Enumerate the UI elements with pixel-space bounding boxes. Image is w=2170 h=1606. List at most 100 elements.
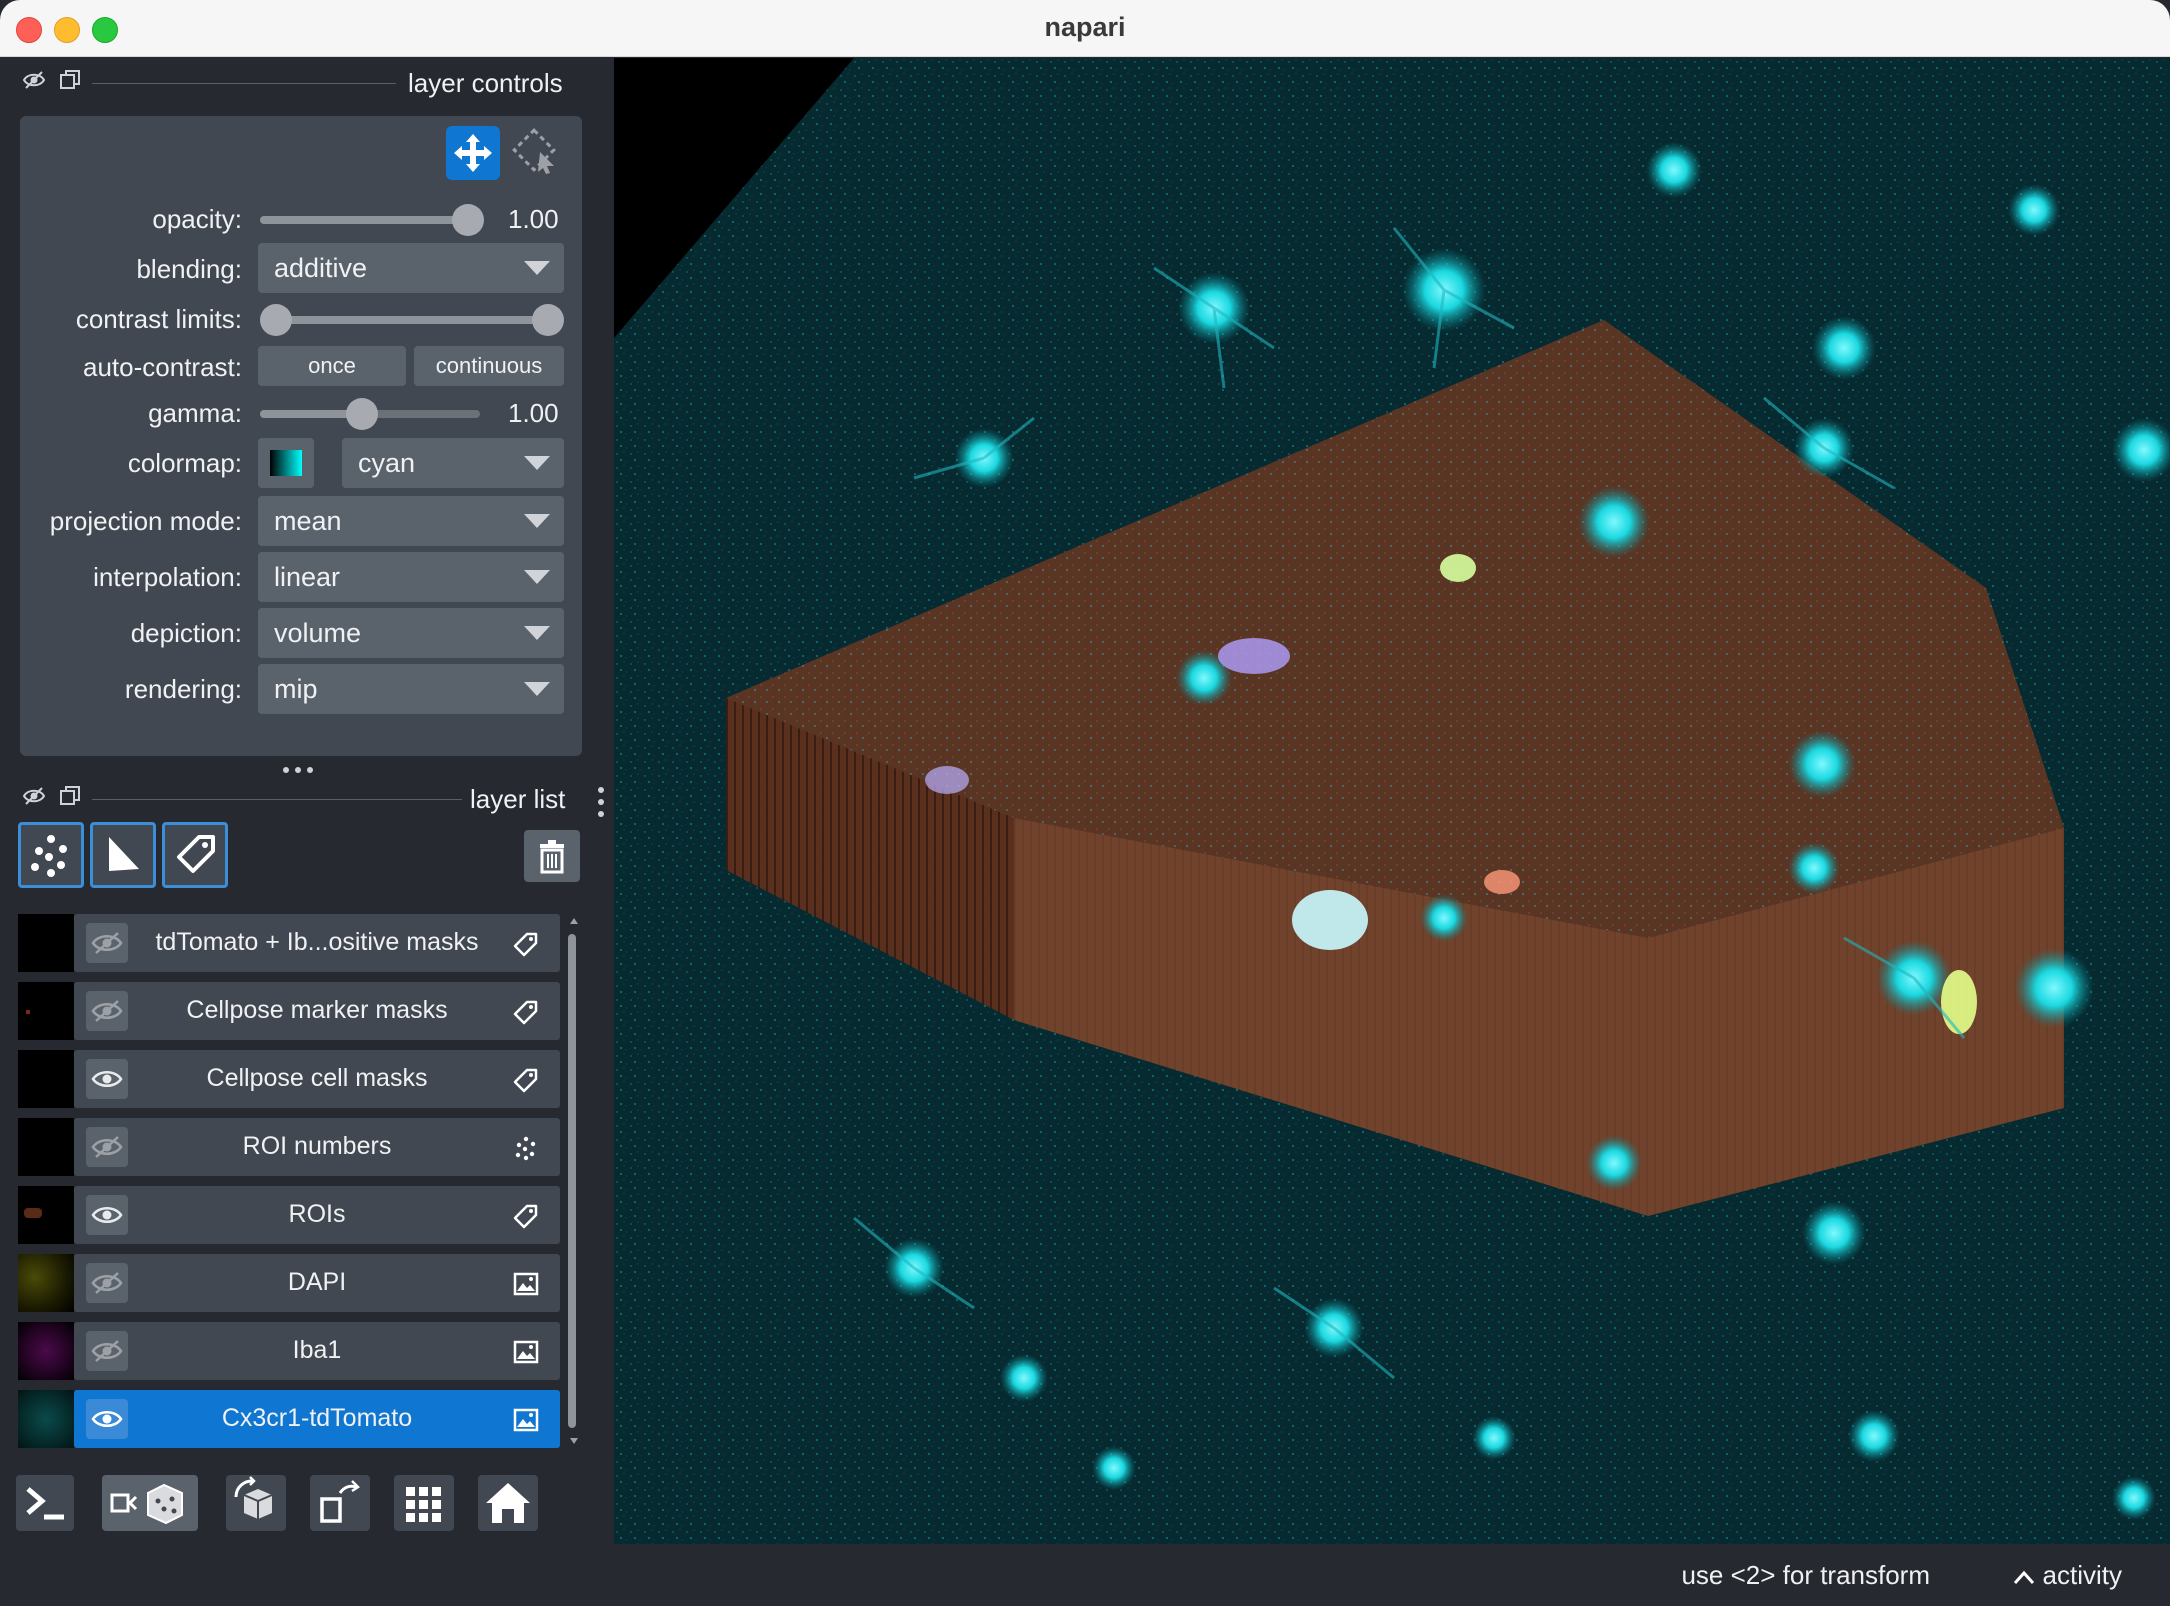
console-button[interactable]	[16, 1473, 74, 1533]
layer-body[interactable]: Iba1	[74, 1322, 560, 1380]
grid-icon	[394, 1475, 454, 1531]
layer-row-selected[interactable]: Cx3cr1-tdTomato	[18, 1390, 560, 1448]
layer-row[interactable]: Cellpose marker masks	[18, 982, 560, 1040]
eye-icon	[91, 1071, 123, 1087]
new-shapes-layer-button[interactable]	[90, 822, 156, 888]
auto-contrast-continuous-button[interactable]: continuous	[414, 346, 564, 386]
chevron-down-icon	[524, 261, 550, 275]
colormap-value: cyan	[358, 448, 416, 478]
rendering-dropdown[interactable]: mip	[258, 664, 564, 714]
pan-zoom-button[interactable]	[446, 126, 500, 180]
transpose-button[interactable]	[310, 1473, 370, 1533]
interpolation-dropdown[interactable]: linear	[258, 552, 564, 602]
rendering-label: rendering:	[124, 674, 242, 704]
blending-dropdown[interactable]: additive	[258, 243, 564, 293]
grid-mode-button[interactable]	[394, 1473, 454, 1533]
layer-row[interactable]: ROI numbers	[18, 1118, 560, 1176]
eye-icon[interactable]	[22, 68, 46, 92]
viewer-canvas[interactable]	[614, 58, 2170, 1544]
transform-button[interactable]	[510, 126, 564, 180]
gamma-label: gamma:	[148, 398, 242, 428]
visibility-toggle[interactable]	[86, 923, 128, 963]
layer-controls-title: layer controls	[408, 68, 563, 98]
colormap-preview[interactable]	[258, 438, 314, 488]
roll-dimensions-button[interactable]	[226, 1473, 286, 1533]
layer-thumbnail	[18, 1254, 74, 1312]
layer-thumbnail	[18, 1322, 74, 1380]
auto-contrast-once-button[interactable]: once	[258, 346, 406, 386]
opacity-label: opacity:	[152, 204, 242, 234]
depiction-dropdown[interactable]: volume	[258, 608, 564, 658]
visibility-toggle[interactable]	[86, 991, 128, 1031]
scroll-down-arrow-icon[interactable]	[570, 1438, 578, 1444]
trash-icon	[540, 840, 564, 874]
colormap-dropdown[interactable]: cyan	[342, 438, 564, 488]
eye-icon	[91, 1207, 123, 1223]
activity-label: activity	[2042, 1560, 2122, 1590]
layer-row[interactable]: Iba1	[18, 1322, 560, 1380]
header-divider	[92, 83, 396, 84]
chevron-down-icon	[524, 514, 550, 528]
colormap-swatch	[270, 450, 302, 476]
visibility-toggle[interactable]	[86, 1331, 128, 1371]
layer-name: Cellpose marker masks	[186, 996, 448, 1024]
dock-splitter-handle[interactable]	[282, 762, 314, 773]
contrast-limits-slider[interactable]	[278, 316, 550, 324]
labels-icon	[513, 932, 538, 957]
ndisplay-toggle-button[interactable]	[102, 1473, 198, 1533]
depiction-value: volume	[274, 618, 362, 648]
napari-window: napari layer controls opacity: 1.00 blen…	[0, 0, 2170, 1606]
more-dots-icon	[283, 767, 313, 773]
projection-mode-dropdown[interactable]: mean	[258, 496, 564, 546]
layer-body[interactable]: ROIs	[74, 1186, 560, 1244]
contrast-max-handle[interactable]	[532, 304, 564, 336]
layer-thumbnail	[18, 1186, 74, 1244]
auto-contrast-label: auto-contrast:	[83, 352, 242, 382]
status-message: use <2> for transform	[1681, 1560, 1930, 1590]
eye-icon[interactable]	[22, 784, 46, 808]
layer-row[interactable]: Cellpose cell masks	[18, 1050, 560, 1108]
scrollbar-thumb[interactable]	[568, 934, 576, 1428]
layer-thumbnail	[18, 982, 74, 1040]
gamma-slider-handle[interactable]	[346, 398, 378, 430]
gamma-value: 1.00	[508, 398, 559, 428]
new-labels-layer-button[interactable]	[162, 822, 228, 888]
layer-body[interactable]: DAPI	[74, 1254, 560, 1312]
volume-rendering	[614, 58, 2170, 1544]
layer-name: Cellpose cell masks	[206, 1064, 428, 1092]
opacity-slider-handle[interactable]	[452, 204, 484, 236]
visibility-toggle[interactable]	[86, 1195, 128, 1235]
layer-thumbnail	[18, 1050, 74, 1108]
activity-button[interactable]: activity	[2013, 1560, 2122, 1591]
reset-view-button[interactable]	[478, 1473, 538, 1533]
move-arrows-icon	[454, 134, 492, 172]
float-panel-icon[interactable]	[58, 784, 82, 808]
visibility-toggle[interactable]	[86, 1127, 128, 1167]
eye-off-icon	[91, 932, 123, 954]
layer-row[interactable]: DAPI	[18, 1254, 560, 1312]
vertical-dots-icon[interactable]	[594, 784, 608, 820]
visibility-toggle[interactable]	[86, 1059, 128, 1099]
interpolation-label: interpolation:	[93, 562, 242, 592]
layer-list-scrollbar[interactable]	[566, 918, 580, 1448]
layer-row[interactable]: ROIs	[18, 1186, 560, 1244]
float-panel-icon[interactable]	[58, 68, 82, 92]
layer-body[interactable]: Cx3cr1-tdTomato	[74, 1390, 560, 1448]
layer-row[interactable]: tdTomato + Ib...ositive masks	[18, 914, 560, 972]
layer-body[interactable]: ROI numbers	[74, 1118, 560, 1176]
visibility-toggle[interactable]	[86, 1263, 128, 1303]
new-points-layer-button[interactable]	[18, 822, 84, 888]
labels-icon	[513, 1000, 538, 1025]
layer-name: tdTomato + Ib...ositive masks	[155, 928, 479, 956]
scroll-up-arrow-icon[interactable]	[570, 918, 578, 924]
contrast-min-handle[interactable]	[260, 304, 292, 336]
points-icon	[515, 1136, 536, 1161]
layer-body[interactable]: Cellpose cell masks	[74, 1050, 560, 1108]
visibility-toggle[interactable]	[86, 1399, 128, 1439]
delete-layer-button[interactable]	[524, 830, 580, 882]
layer-body[interactable]: Cellpose marker masks	[74, 982, 560, 1040]
contrast-limits-label: contrast limits:	[75, 304, 242, 334]
chevron-down-icon	[524, 682, 550, 696]
layer-body[interactable]: tdTomato + Ib...ositive masks	[74, 914, 560, 972]
home-icon	[478, 1475, 538, 1531]
